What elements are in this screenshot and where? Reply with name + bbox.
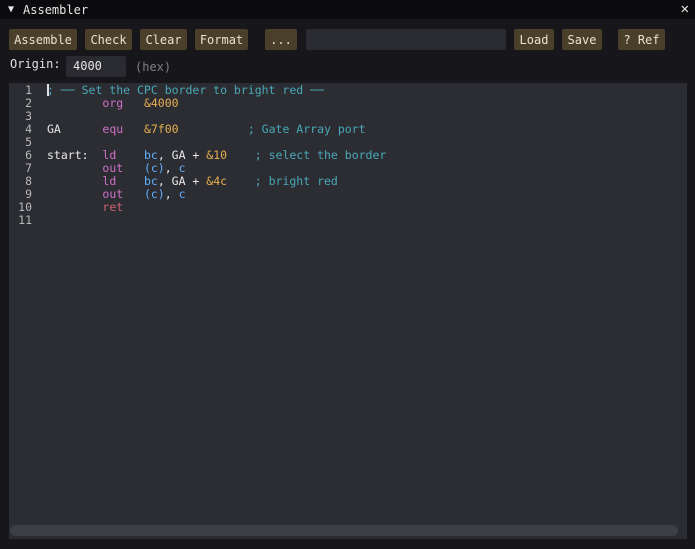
code-token: bc: [143, 148, 158, 162]
code-token: ; select the border: [254, 148, 387, 162]
browse-button[interactable]: ...: [265, 29, 297, 50]
format-button[interactable]: Format: [195, 29, 248, 50]
code-token: ld: [102, 174, 117, 188]
load-button[interactable]: Load: [514, 29, 554, 50]
check-button[interactable]: Check: [85, 29, 132, 50]
code-line[interactable]: 11: [9, 214, 679, 227]
code-text: GA equ &7f00 ; Gate Array port: [47, 123, 366, 136]
code-token: org: [102, 96, 124, 110]
code-text: ret: [47, 201, 123, 214]
code-line[interactable]: 4 GA equ &7f00 ; Gate Array port: [9, 123, 679, 136]
line-number: 11: [18, 213, 32, 227]
save-button[interactable]: Save: [562, 29, 602, 50]
triangle-down-icon[interactable]: ▼: [8, 4, 14, 15]
code-token: out: [102, 187, 124, 201]
code-line[interactable]: 10 ret: [9, 201, 679, 214]
code-token: (c): [143, 161, 165, 175]
assemble-button[interactable]: Assemble: [9, 29, 77, 50]
origin-label: Origin:: [10, 57, 61, 71]
code-token: (c): [143, 187, 165, 201]
origin-input[interactable]: 4000: [66, 56, 126, 77]
code-token: ; Gate Array port: [247, 122, 366, 136]
close-icon[interactable]: ✕: [681, 1, 689, 17]
code-token: equ: [102, 122, 124, 136]
code-token: , GA +: [157, 148, 207, 162]
code-token: ld: [102, 148, 117, 162]
code-token: ; ── Set the CPC border to bright red ──: [47, 83, 324, 97]
code-token: &10: [206, 148, 228, 162]
code-token: , GA +: [157, 174, 207, 188]
code-token: GA: [47, 122, 103, 136]
code-token: ,: [164, 187, 179, 201]
origin-hint: (hex): [135, 60, 172, 74]
window-title: Assembler: [23, 2, 89, 17]
title-bar: ▼ Assembler ✕: [0, 0, 695, 19]
code-token: out: [102, 161, 124, 175]
code-token: start:: [47, 148, 103, 162]
code-editor[interactable]: 1; ── Set the CPC border to bright red ─…: [9, 83, 687, 539]
horizontal-scrollbar[interactable]: [10, 525, 678, 536]
reference-button[interactable]: ? Ref: [618, 29, 665, 50]
code-text: org &4000: [47, 96, 179, 110]
clear-button[interactable]: Clear: [140, 29, 187, 50]
code-token: &7f00: [143, 122, 179, 136]
code-line[interactable]: 2 org &4000: [9, 97, 679, 110]
code-token: &4000: [143, 96, 179, 110]
code-token: &4c: [206, 174, 228, 188]
code-token: c: [178, 161, 186, 175]
code-token: ; bright red: [254, 174, 338, 188]
code-token: c: [178, 187, 186, 201]
code-token: bc: [143, 174, 158, 188]
code-token: ret: [102, 200, 124, 214]
code-token: ,: [164, 161, 179, 175]
file-path-input[interactable]: [306, 29, 506, 50]
